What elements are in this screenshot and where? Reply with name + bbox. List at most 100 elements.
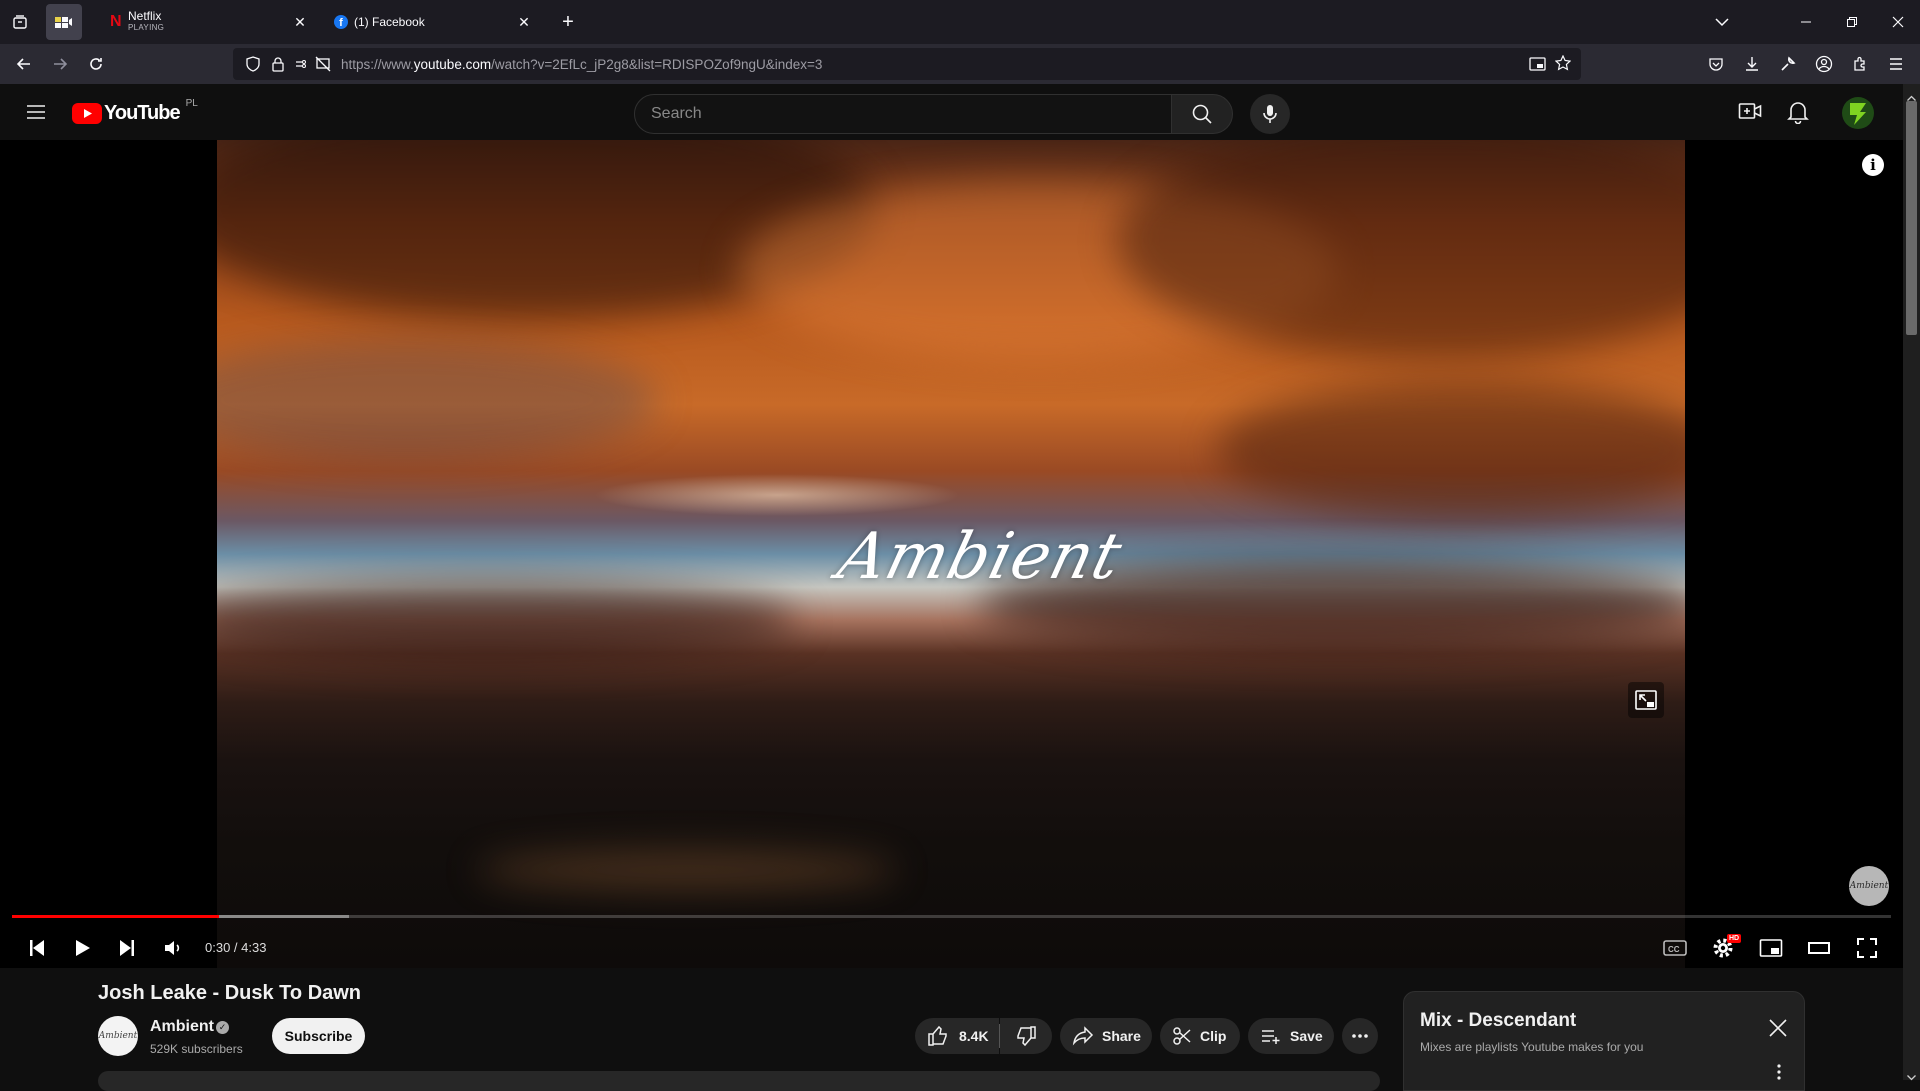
list-all-tabs-icon[interactable] — [1710, 10, 1734, 34]
like-count: 8.4K — [959, 1028, 989, 1044]
tab-title: Netflix — [128, 9, 162, 23]
channel-avatar[interactable]: Ambient — [98, 1016, 138, 1056]
youtube-play-icon — [72, 102, 102, 124]
autoplay-blocked-icon[interactable] — [315, 56, 331, 77]
create-video-icon[interactable] — [1738, 100, 1764, 124]
video-title: Josh Leake - Dusk To Dawn — [98, 982, 362, 1004]
back-icon[interactable] — [10, 50, 38, 78]
tab-title: (1) Facebook — [354, 15, 425, 29]
play-icon — [76, 940, 90, 956]
pinned-tab-audio[interactable] — [46, 4, 82, 40]
share-button[interactable]: Share — [1060, 1018, 1152, 1054]
bookmark-star-icon[interactable] — [1554, 54, 1572, 76]
facebook-icon: f — [334, 15, 348, 29]
clip-button[interactable]: Clip — [1160, 1018, 1240, 1054]
video-watermark-text: Ambient — [830, 520, 1130, 594]
settings-button[interactable]: HD — [1706, 928, 1742, 968]
channel-watermark[interactable]: Ambient — [1849, 866, 1889, 906]
more-vertical-icon[interactable] — [1773, 1062, 1785, 1082]
previous-button[interactable] — [22, 928, 52, 968]
search-input[interactable] — [651, 105, 1151, 123]
netflix-icon: N — [110, 13, 122, 30]
miniplayer-button[interactable] — [1754, 928, 1788, 968]
forward-icon[interactable] — [46, 50, 74, 78]
mix-subtitle: Mixes are playlists Youtube makes for yo… — [1420, 1040, 1644, 1054]
guide-menu-icon[interactable] — [24, 102, 48, 122]
minimize-icon[interactable] — [1792, 8, 1820, 36]
video-frame[interactable]: Ambient — [217, 140, 1685, 968]
mix-title[interactable]: Mix - Descendant — [1420, 1010, 1576, 1032]
previous-icon — [30, 940, 44, 956]
new-tab-icon[interactable]: + — [556, 10, 580, 34]
extensions-icon[interactable] — [1846, 50, 1874, 78]
lock-icon[interactable] — [271, 56, 285, 77]
close-icon[interactable] — [1764, 1014, 1792, 1042]
permissions-icon[interactable] — [295, 56, 311, 77]
miniplayer-expand-icon[interactable] — [1628, 682, 1664, 718]
miniplayer-icon — [1759, 939, 1783, 957]
dev-tools-wrench-icon[interactable] — [1774, 50, 1802, 78]
tracking-shield-icon[interactable] — [245, 56, 261, 77]
region-code: PL — [185, 97, 198, 109]
theater-mode-icon — [1808, 942, 1830, 954]
browser-toolbar: https://www.youtube.com/watch?v=2EfLc_jP… — [0, 44, 1920, 84]
thumbs-up-icon — [928, 1025, 947, 1046]
progress-played — [12, 915, 219, 918]
progress-bar[interactable] — [12, 915, 1891, 918]
save-button[interactable]: Save — [1248, 1018, 1334, 1054]
share-icon — [1072, 1026, 1094, 1046]
svg-text:CC: CC — [1668, 945, 1680, 954]
time-display: 0:30 / 4:33 — [205, 940, 267, 955]
subtitles-button[interactable]: CC — [1658, 928, 1692, 968]
page-scrollbar[interactable] — [1903, 84, 1920, 1081]
description-box[interactable] — [98, 1071, 1380, 1091]
close-window-icon[interactable] — [1884, 8, 1912, 36]
restore-icon[interactable] — [1838, 8, 1866, 36]
scroll-down-arrow-icon[interactable] — [1907, 1068, 1916, 1086]
tab-list-icon[interactable] — [8, 10, 32, 34]
close-tab-icon[interactable]: ✕ — [514, 12, 534, 32]
mix-playlist-panel: Mix - Descendant Mixes are playlists You… — [1403, 991, 1805, 1091]
save-label: Save — [1290, 1028, 1323, 1044]
thumbs-down-icon — [1017, 1026, 1036, 1047]
microphone-icon — [1263, 105, 1277, 123]
info-icon[interactable]: i — [1862, 154, 1884, 176]
app-menu-icon[interactable] — [1882, 50, 1910, 78]
tab-netflix[interactable]: N Netflix PLAYING ✕ — [100, 4, 318, 40]
downloads-icon[interactable] — [1738, 50, 1766, 78]
subtitles-icon: CC — [1663, 940, 1687, 956]
channel-name[interactable]: Ambient — [150, 1018, 214, 1036]
mute-button[interactable] — [158, 928, 188, 968]
hd-badge: HD — [1727, 934, 1742, 943]
close-tab-icon[interactable]: ✕ — [290, 12, 310, 32]
reload-icon[interactable] — [82, 50, 110, 78]
browser-tab-bar: N Netflix PLAYING ✕ f (1) Facebook ✕ + — [0, 0, 1920, 44]
account-icon[interactable] — [1810, 50, 1838, 78]
more-actions-button[interactable] — [1342, 1018, 1378, 1054]
like-button[interactable]: 8.4K — [915, 1018, 999, 1054]
notifications-bell-icon[interactable] — [1787, 100, 1811, 125]
fullscreen-button[interactable] — [1850, 928, 1884, 968]
share-label: Share — [1102, 1028, 1141, 1044]
url-text[interactable]: https://www.youtube.com/watch?v=2EfLc_jP… — [341, 57, 822, 72]
pocket-icon[interactable] — [1702, 50, 1730, 78]
dislike-button[interactable] — [1000, 1018, 1052, 1054]
theater-mode-button[interactable] — [1802, 928, 1836, 968]
save-playlist-icon — [1262, 1030, 1280, 1044]
volume-icon — [165, 941, 180, 955]
play-button[interactable] — [68, 928, 98, 968]
fullscreen-icon — [1857, 938, 1877, 958]
more-horizontal-icon — [1352, 1034, 1368, 1038]
video-player[interactable]: Ambient i Ambient 0:30 / 4:33 CC HD — [0, 140, 1903, 968]
scrollbar-thumb[interactable] — [1906, 101, 1917, 335]
url-bar[interactable]: https://www.youtube.com/watch?v=2EfLc_jP… — [233, 48, 1581, 80]
clip-label: Clip — [1200, 1028, 1227, 1044]
search-button[interactable] — [1171, 94, 1233, 134]
voice-search-button[interactable] — [1250, 94, 1290, 134]
picture-in-picture-icon[interactable] — [1529, 56, 1547, 77]
next-button[interactable] — [112, 928, 142, 968]
subscribe-button[interactable]: Subscribe — [272, 1018, 365, 1054]
tab-facebook[interactable]: f (1) Facebook ✕ — [324, 4, 542, 40]
user-avatar[interactable] — [1842, 97, 1874, 129]
youtube-logo[interactable]: YouTube PL — [72, 97, 198, 125]
